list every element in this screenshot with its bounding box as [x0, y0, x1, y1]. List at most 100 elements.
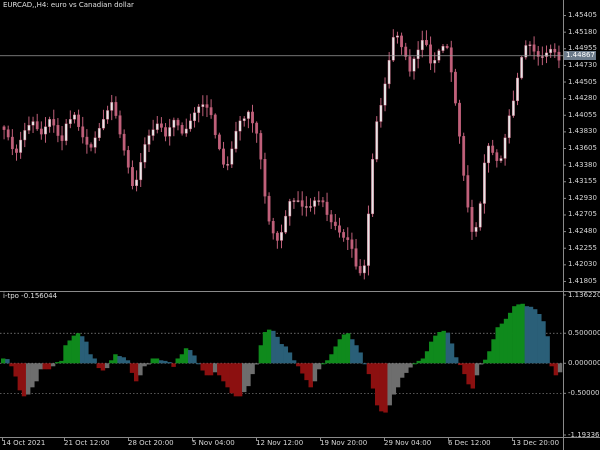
candle-body [425, 40, 428, 45]
histogram-bar [362, 363, 367, 365]
histogram-bar [300, 363, 305, 374]
histogram-bar [129, 363, 135, 373]
histogram-bar [200, 363, 205, 371]
candle-body [487, 145, 490, 164]
price-tick-label: 1.43155 [568, 177, 597, 186]
histogram-bar [283, 346, 289, 364]
histogram-bar [433, 335, 438, 364]
histogram-bar [483, 359, 488, 364]
price-tick-label: 1.44505 [568, 77, 597, 86]
candle-body [429, 44, 432, 64]
histogram-bar [212, 363, 218, 373]
candle-body [408, 56, 412, 72]
candle-body [292, 200, 296, 202]
candle-body [516, 77, 519, 102]
candle-body [93, 137, 97, 148]
candle-body [189, 120, 192, 130]
candle-body [97, 127, 101, 138]
histogram-bar [142, 363, 147, 367]
indicator-tick-label: 0.500000 [568, 328, 600, 337]
indicator-tick-label: 0.000000 [568, 358, 600, 367]
histogram-bar [100, 363, 106, 371]
candle-body [193, 112, 196, 122]
candle-body [213, 114, 217, 136]
candle-body [15, 148, 18, 153]
histogram-bar [462, 363, 467, 375]
current-price-tag: 1.44867 [564, 51, 596, 61]
candle-body [73, 114, 76, 120]
histogram-bar [329, 354, 334, 364]
candle-body [379, 105, 383, 122]
histogram-bar [304, 363, 309, 381]
price-tick-label: 1.43830 [568, 127, 597, 136]
candle-body [164, 127, 167, 137]
histogram-bar [557, 363, 563, 373]
candle-body [27, 125, 31, 131]
histogram-bar [46, 363, 52, 370]
price-chart[interactable] [0, 0, 600, 450]
histogram-bar [387, 363, 392, 406]
candle-body [81, 126, 85, 138]
histogram-bar [458, 363, 463, 366]
histogram-bar [55, 362, 60, 364]
histogram-bar [287, 352, 293, 364]
price-tick-label: 1.43380 [568, 160, 597, 169]
candle-body [520, 57, 524, 79]
candle-body [321, 200, 325, 203]
chart-window[interactable]: EURCAD,,H4: euro vs Canadian dollar i-tp… [0, 0, 600, 450]
candle-body [371, 159, 374, 215]
histogram-bar [474, 363, 480, 376]
candle-body [342, 232, 346, 238]
histogram-bar [217, 363, 222, 376]
candle-body [168, 127, 172, 137]
candle-body [503, 137, 507, 159]
histogram-bar [63, 345, 68, 364]
histogram-bar [71, 335, 77, 364]
candle-body [540, 56, 544, 58]
histogram-bar [113, 354, 118, 364]
candle-body [209, 107, 213, 116]
candle-body [172, 119, 176, 128]
histogram-bar [1, 358, 6, 364]
candle-body [106, 110, 109, 120]
histogram-bar [333, 346, 338, 364]
candle-body [362, 265, 366, 274]
candle-body [246, 111, 250, 119]
histogram-bar [470, 363, 476, 389]
candle-body [433, 60, 437, 64]
histogram-bar [520, 303, 525, 364]
indicator-tick-label: 1.136220 [568, 291, 600, 299]
histogram-bar [258, 345, 264, 364]
histogram-bar [96, 363, 102, 369]
candle-body [329, 214, 333, 223]
price-tick-label: 1.42030 [568, 260, 597, 269]
candle-body [102, 119, 105, 129]
candle-body [478, 203, 482, 228]
candle-body [495, 152, 499, 161]
histogram-bar [104, 363, 110, 369]
histogram-bar [354, 345, 359, 364]
candle-body [184, 128, 188, 134]
histogram-bar [275, 336, 280, 364]
time-tick-label: 13 Dec 20:00 [512, 439, 560, 447]
price-tick-label: 1.44280 [568, 94, 597, 103]
histogram-bar [316, 363, 322, 370]
candle-body [317, 200, 321, 202]
candle-body [234, 130, 238, 150]
histogram-bar [337, 339, 343, 364]
candle-body [85, 136, 89, 145]
candle-body [491, 145, 495, 153]
histogram-bar [499, 323, 505, 364]
candle-body [396, 35, 399, 38]
candle-body [2, 126, 6, 130]
histogram-bar [453, 357, 459, 364]
candle-body [441, 45, 445, 51]
price-tick-label: 1.45180 [568, 27, 597, 36]
histogram-bar [391, 363, 397, 395]
histogram-bar [121, 357, 126, 364]
histogram-bar [38, 363, 43, 370]
time-tick-label: 6 Dec 12:00 [448, 439, 491, 447]
histogram-bar [325, 360, 330, 364]
candle-body [267, 195, 271, 222]
histogram-bar [138, 363, 143, 376]
